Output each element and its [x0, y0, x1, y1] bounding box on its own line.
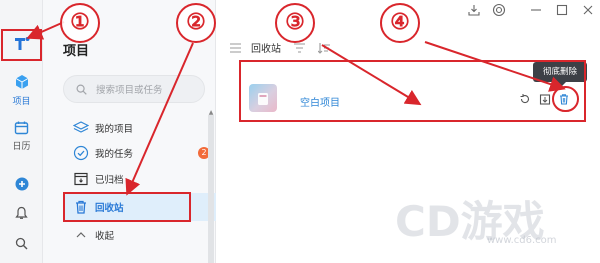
annotation-number-4: ④: [380, 3, 420, 43]
annotation-arrow-3: [321, 44, 422, 106]
annotation-number-2: ②: [176, 3, 216, 43]
annotation-arrow-2: [125, 42, 194, 196]
annotation-number-1: ①: [60, 3, 100, 43]
annotation-number-3: ③: [275, 3, 315, 43]
watermark-url: www.cd6.com: [487, 235, 557, 246]
annotation-arrow-4: [424, 41, 566, 92]
annotation-arrow-1: [26, 21, 65, 40]
